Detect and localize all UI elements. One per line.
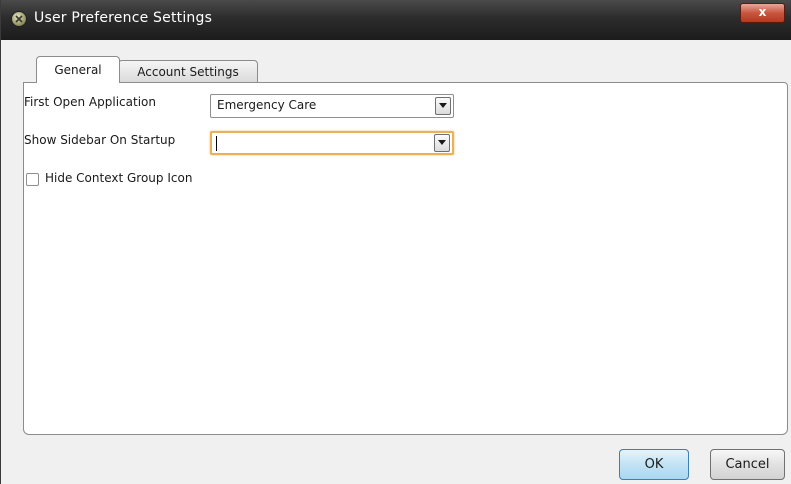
app-icon [11, 11, 27, 27]
hide-context-group-icon-label: Hide Context Group Icon [45, 171, 193, 185]
dialog-client: Account Settings General First Open Appl… [11, 40, 791, 484]
close-button[interactable]: x [740, 3, 785, 23]
first-open-application-combo[interactable]: Emergency Care [210, 94, 454, 118]
tab-label: General [54, 63, 102, 77]
ok-button[interactable]: OK [619, 449, 689, 480]
text-caret [216, 136, 217, 151]
title-bar[interactable]: User Preference Settings x [1, 0, 791, 40]
tab-account-settings[interactable]: Account Settings [118, 60, 258, 84]
cancel-button[interactable]: Cancel [710, 449, 785, 480]
show-sidebar-label: Show Sidebar On Startup [24, 133, 176, 147]
tab-general[interactable]: General [36, 56, 120, 83]
chevron-down-icon[interactable] [434, 134, 450, 152]
general-tab-panel: First Open Application Emergency Care Sh… [23, 82, 788, 435]
chevron-down-icon[interactable] [435, 97, 451, 115]
close-icon: x [758, 5, 767, 19]
first-open-application-label: First Open Application [24, 95, 156, 109]
dialog-window: User Preference Settings x Account Setti… [0, 0, 791, 484]
tab-label: Account Settings [137, 65, 239, 79]
window-title: User Preference Settings [34, 10, 213, 26]
combo-value: Emergency Care [217, 98, 317, 112]
show-sidebar-combo[interactable] [210, 131, 454, 155]
hide-context-group-icon-checkbox[interactable] [26, 173, 39, 186]
